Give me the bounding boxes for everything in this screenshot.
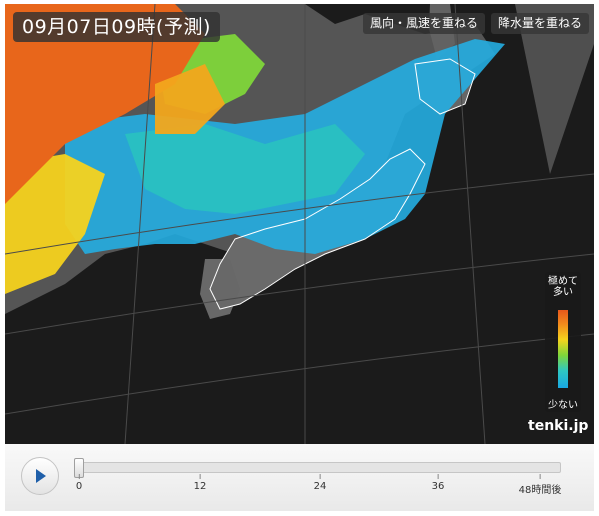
map-svg xyxy=(5,4,594,444)
tick-label: 0 xyxy=(75,474,83,492)
play-button[interactable] xyxy=(21,457,59,495)
forecast-time-label: 09月07日09時(予測) xyxy=(13,12,220,42)
tick-label: 24 xyxy=(313,474,327,492)
overlay-wind-button[interactable]: 風向・風速を重ねる xyxy=(363,13,486,34)
legend-bottom-label: 少ない xyxy=(548,400,578,411)
play-icon xyxy=(36,469,46,483)
timeline-slider-track[interactable] xyxy=(74,458,561,478)
tick-label: 48時間後 xyxy=(519,474,561,496)
legend-top-label: 極めて 多い xyxy=(548,276,578,298)
legend-color-bar xyxy=(558,310,568,388)
overlay-precipitation-button[interactable]: 降水量を重ねる xyxy=(491,13,590,34)
brand-logo: tenki.jp xyxy=(528,418,589,434)
timeline-controls: 0 12 24 36 48時間後 xyxy=(5,444,594,511)
concentration-legend: 極めて 多い 少ない xyxy=(545,272,581,412)
tick-label: 12 xyxy=(193,474,207,492)
tick-label: 36 xyxy=(431,474,445,492)
pm-forecast-map[interactable]: 09月07日09時(予測) 風向・風速を重ねる 降水量を重ねる 極めて 多い 少… xyxy=(5,4,594,444)
